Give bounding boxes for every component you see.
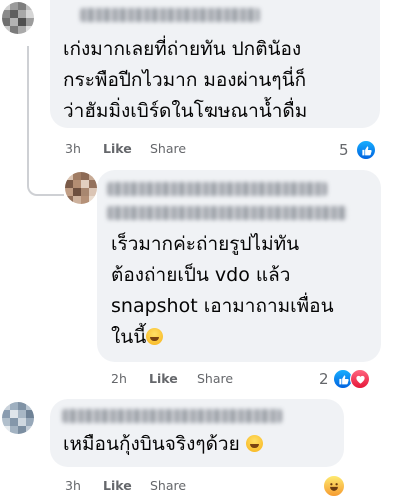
commenter-name[interactable]: [62, 409, 282, 423]
timestamp[interactable]: 3h: [65, 478, 81, 493]
avatar[interactable]: [65, 172, 97, 204]
timestamp[interactable]: 2h: [111, 371, 127, 386]
love-icon[interactable]: [350, 369, 370, 389]
share-button[interactable]: Share: [150, 141, 186, 156]
comment-text-line: ต้องถ่ายเป็น vdo แล้ว: [111, 264, 291, 286]
comment-text: เหมือนกุ้งบินจริงๆด้วย: [63, 433, 240, 455]
reaction-count[interactable]: 2: [319, 370, 329, 388]
like-icon[interactable]: [356, 140, 376, 160]
haha-icon[interactable]: [323, 475, 345, 497]
grin-emoji-icon: [146, 328, 164, 345]
like-button[interactable]: Like: [149, 371, 178, 386]
comment-meta: 3h Like Share: [63, 478, 343, 496]
comment-text-line: เก่งมากเลยที่ถ่ายทัน ปกตินัอง: [63, 38, 302, 60]
avatar[interactable]: [2, 402, 34, 434]
timestamp[interactable]: 3h: [65, 141, 81, 156]
commenter-name[interactable]: [107, 206, 347, 220]
share-button[interactable]: Share: [197, 371, 233, 386]
commenter-name[interactable]: [107, 182, 327, 196]
comment-text-line: ในนี้: [111, 323, 164, 352]
commenter-name[interactable]: [80, 8, 260, 22]
like-button[interactable]: Like: [103, 141, 132, 156]
comment-text-line: snapshot เอามาถามเพื่อน: [111, 295, 334, 317]
comment-text-line: เหมือนกุ้งบินจริงๆด้วย: [63, 430, 263, 459]
laugh-emoji-icon: [245, 435, 263, 452]
reaction-count[interactable]: 5: [339, 141, 349, 159]
comment-text-line: ว่าฮัมมิ่งเบิร์ดในโฆษณาน้ำดื่ม: [63, 100, 308, 122]
comment-text-line: กระพือปีกไวมาก มองผ่านๆนี่ก็: [63, 69, 307, 91]
comment-text-line: เร็วมากค่ะถ่ายรูปไม่ทัน: [111, 233, 300, 255]
comment-text: ในนี้: [111, 326, 147, 348]
avatar[interactable]: [2, 2, 34, 34]
like-button[interactable]: Like: [103, 478, 132, 493]
share-button[interactable]: Share: [150, 478, 186, 493]
